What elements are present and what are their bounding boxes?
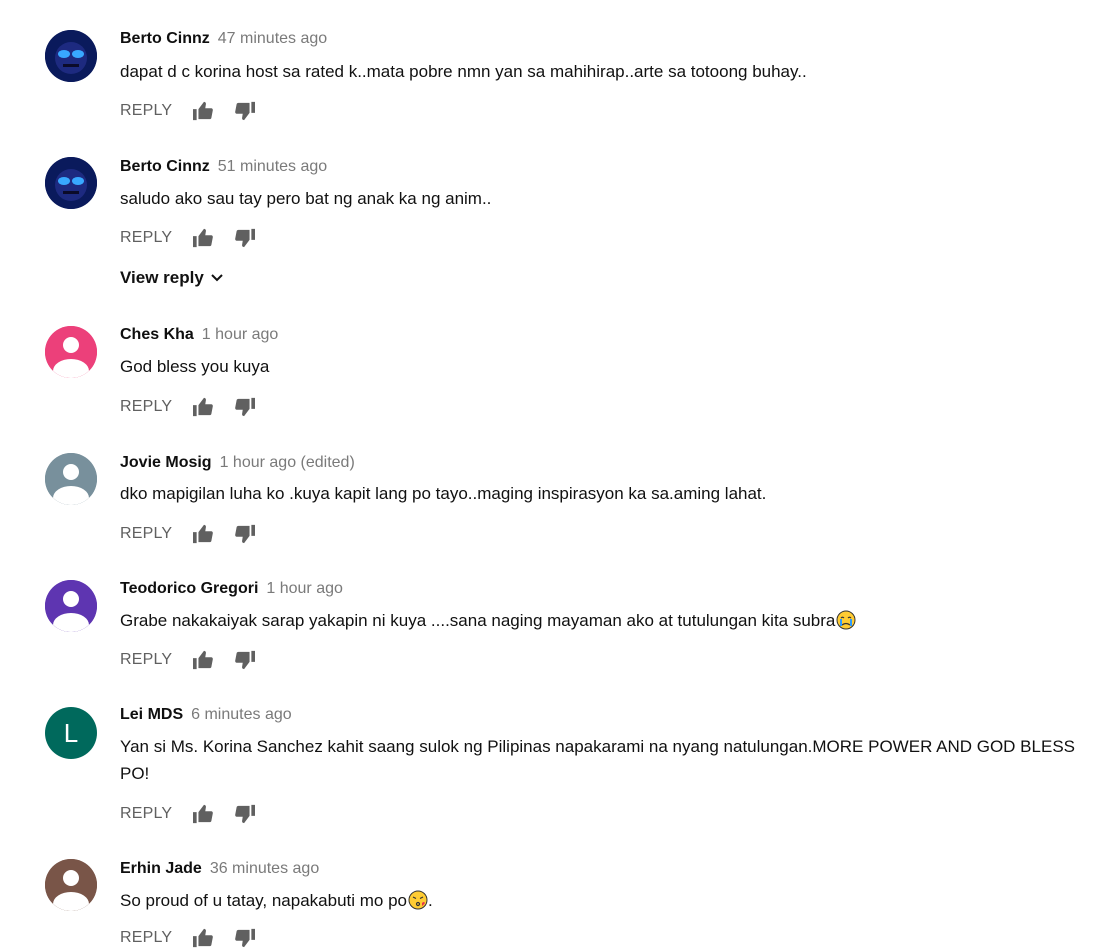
reply-button[interactable]: REPLY	[120, 229, 192, 247]
avatar[interactable]	[45, 859, 97, 911]
reply-button[interactable]: REPLY	[120, 929, 192, 947]
dislike-icon[interactable]	[234, 395, 262, 419]
dislike-icon[interactable]	[234, 99, 262, 123]
comment-actions: REPLY	[120, 648, 276, 672]
author-name[interactable]: Jovie Mosig	[120, 454, 212, 471]
avatar-photo-icon	[45, 30, 97, 82]
comment-text: dapat d c korina host sa rated k..mata p…	[120, 62, 807, 81]
avatar-letter: L	[63, 718, 79, 748]
comment-actions: REPLY	[120, 395, 276, 419]
author-name[interactable]: Ches Kha	[120, 326, 194, 343]
author-name[interactable]: Teodorico Gregori	[120, 580, 258, 597]
comment-time[interactable]: 1 hour ago	[202, 326, 279, 343]
comment-time[interactable]: 47 minutes ago	[218, 30, 327, 47]
like-icon[interactable]	[192, 802, 220, 826]
comment-time[interactable]: 1 hour ago (edited)	[220, 454, 355, 471]
avatar[interactable]: L	[45, 707, 97, 759]
comment-text: saludo ako sau tay pero bat ng anak ka n…	[120, 189, 492, 208]
like-icon[interactable]	[192, 648, 220, 672]
dislike-icon[interactable]	[234, 926, 262, 950]
comment-text-suffix: .	[428, 891, 433, 910]
like-icon[interactable]	[192, 99, 220, 123]
comment-time[interactable]: 36 minutes ago	[210, 860, 319, 877]
comment-actions: REPLY	[120, 802, 276, 826]
comment-actions: REPLY	[120, 926, 276, 950]
avatar[interactable]	[45, 580, 97, 632]
author-name[interactable]: Erhin Jade	[120, 860, 202, 877]
default-avatar-icon	[45, 326, 97, 378]
comment-text: So proud of u tatay, napakabuti mo po.	[120, 887, 1105, 914]
comment-actions: REPLY	[120, 99, 276, 123]
dislike-icon[interactable]	[234, 648, 262, 672]
author-name[interactable]: Berto Cinnz	[120, 158, 210, 175]
view-reply-button[interactable]: View reply	[120, 268, 224, 288]
default-avatar-icon	[45, 580, 97, 632]
avatar[interactable]	[45, 453, 97, 505]
kissing-face-emoji	[408, 890, 428, 910]
comment-text: Grabe nakakaiyak sarap yakapin ni kuya .…	[120, 607, 1105, 634]
view-reply-label: View reply	[120, 268, 204, 287]
avatar[interactable]	[45, 157, 97, 209]
default-avatar-icon	[45, 453, 97, 505]
reply-button[interactable]: REPLY	[120, 805, 192, 823]
chevron-down-icon	[211, 274, 223, 282]
reply-button[interactable]: REPLY	[120, 102, 192, 120]
comment-time[interactable]: 6 minutes ago	[191, 706, 292, 723]
reply-button[interactable]: REPLY	[120, 525, 192, 543]
avatar[interactable]	[45, 326, 97, 378]
crying-face-emoji	[836, 610, 856, 630]
comment-time[interactable]: 1 hour ago	[266, 580, 343, 597]
author-name[interactable]: Berto Cinnz	[120, 30, 210, 47]
dislike-icon[interactable]	[234, 522, 262, 546]
like-icon[interactable]	[192, 395, 220, 419]
comment-text: Yan si Ms. Korina Sanchez kahit saang su…	[120, 737, 1075, 783]
comment-text: God bless you kuya	[120, 357, 270, 376]
like-icon[interactable]	[192, 226, 220, 250]
dislike-icon[interactable]	[234, 802, 262, 826]
avatar[interactable]	[45, 30, 97, 82]
comment-actions: REPLY	[120, 522, 276, 546]
like-icon[interactable]	[192, 926, 220, 950]
author-name[interactable]: Lei MDS	[120, 706, 183, 723]
reply-button[interactable]: REPLY	[120, 398, 192, 416]
comment-text-body: So proud of u tatay, napakabuti mo po	[120, 891, 407, 910]
dislike-icon[interactable]	[234, 226, 262, 250]
reply-button[interactable]: REPLY	[120, 651, 192, 669]
comment-time[interactable]: 51 minutes ago	[218, 158, 327, 175]
like-icon[interactable]	[192, 522, 220, 546]
comment-text: dko mapigilan luha ko .kuya kapit lang p…	[120, 484, 767, 503]
default-avatar-icon	[45, 859, 97, 911]
avatar-photo-icon	[45, 157, 97, 209]
comment-text-body: Grabe nakakaiyak sarap yakapin ni kuya .…	[120, 611, 836, 630]
comment-actions: REPLY	[120, 226, 276, 250]
